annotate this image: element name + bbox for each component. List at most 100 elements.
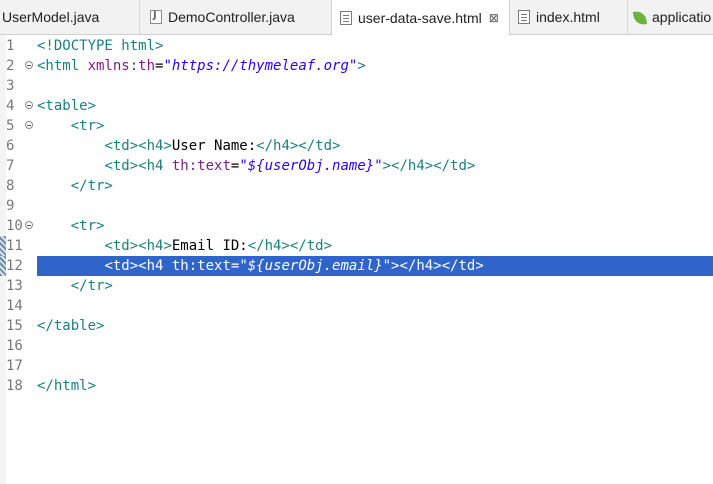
code-token: <td><h4 [104, 158, 172, 174]
code-token: </html> [37, 378, 97, 394]
code-token: "https://thymeleaf.org" [163, 58, 358, 74]
tab-index-html[interactable]: index.html [510, 0, 628, 34]
code-line[interactable]: 12 <td><h4 th:text="${userObj.email}"></… [0, 256, 713, 276]
line-number: 7 [6, 158, 15, 174]
code-text: <html xmlns:th="https://thymeleaf.org"> [37, 56, 713, 76]
fold-collapse-icon[interactable] [25, 121, 33, 129]
code-token: th:text [171, 158, 231, 174]
code-token: "${userObj.email}" [239, 258, 392, 274]
line-number: 3 [6, 78, 15, 94]
line-number: 6 [6, 138, 15, 154]
code-line[interactable]: 10 <tr> [0, 216, 713, 236]
java-file-icon [150, 10, 162, 24]
line-number: 1 [6, 38, 15, 54]
close-tab-icon[interactable]: ⊠ [489, 11, 499, 25]
html-file-icon [518, 10, 530, 24]
line-number: 8 [6, 178, 15, 194]
code-token: User Name: [171, 138, 257, 154]
code-editor[interactable]: 1 <!DOCTYPE html> 2 <html xmlns:th="https:/… [0, 35, 713, 484]
code-line[interactable]: 13 </tr> [0, 276, 713, 296]
line-number: 9 [6, 198, 15, 214]
code-text: <table> [37, 96, 713, 116]
code-text: </html> [37, 376, 713, 396]
code-token: Email ID: [171, 238, 248, 254]
code-token: <tr> [70, 218, 105, 234]
code-text: <tr> [37, 216, 713, 236]
code-token: ></h4></td> [391, 258, 484, 274]
tab-label: user-data-save.html [358, 9, 482, 26]
fold-collapse-icon[interactable] [25, 61, 33, 69]
code-token: ></h4></td> [382, 158, 476, 174]
code-token: </h4></td> [247, 238, 333, 254]
line-number: 12 [6, 258, 23, 274]
code-text: <td><h4>User Name:</h4></td> [37, 136, 713, 156]
code-line[interactable]: 3 [0, 76, 713, 96]
code-line[interactable]: 16 [0, 336, 713, 356]
code-text: </tr> [37, 176, 713, 196]
code-line[interactable]: 6 <td><h4>User Name:</h4></td> [0, 136, 713, 156]
tab-label: index.html [536, 9, 600, 25]
tab-application[interactable]: applicatio [628, 0, 713, 34]
tab-label: UserModel.java [2, 9, 100, 25]
code-line[interactable]: 18 </html> [0, 376, 713, 396]
tab-democontroller-java[interactable]: DemoController.java [140, 0, 332, 34]
code-token: <table> [37, 98, 97, 114]
code-text: <tr> [37, 116, 713, 136]
code-line[interactable]: 7 <td><h4 th:text="${userObj.name}"></h4… [0, 156, 713, 176]
code-line[interactable]: 5 <tr> [0, 116, 713, 136]
tab-usermodel-java[interactable]: UserModel.java [0, 0, 140, 34]
html-file-icon [340, 10, 352, 25]
code-token: <td><h4 [104, 258, 172, 274]
spring-leaf-icon [632, 10, 648, 26]
tab-label: DemoController.java [168, 9, 295, 25]
code-line[interactable]: 2 <html xmlns:th="https://thymeleaf.org"> [0, 56, 713, 76]
tab-label: applicatio [652, 9, 712, 25]
code-line[interactable]: 17 [0, 356, 713, 376]
code-line[interactable]: 9 [0, 196, 713, 216]
code-token: "${userObj.name}" [239, 158, 383, 174]
fold-collapse-icon[interactable] [25, 221, 33, 229]
line-number: 14 [6, 298, 23, 314]
code-line[interactable]: 4 <table> [0, 96, 713, 116]
code-token: th:text [171, 258, 231, 274]
code-text: </table> [37, 316, 713, 336]
line-number: 18 [6, 378, 23, 394]
code-token: </h4></td> [256, 138, 341, 154]
code-line[interactable]: 8 </tr> [0, 176, 713, 196]
line-number: 15 [6, 318, 23, 334]
line-number: 17 [6, 358, 23, 374]
code-token: </tr> [70, 178, 113, 194]
code-token: <tr> [70, 118, 105, 134]
code-text: <td><h4>Email ID:</h4></td> [37, 236, 713, 256]
line-number: 11 [6, 238, 23, 254]
tab-user-data-save-html[interactable]: user-data-save.html ⊠ [331, 0, 510, 35]
code-text: </tr> [37, 276, 713, 296]
editor-tab-bar: UserModel.java DemoController.java user-… [0, 0, 713, 35]
line-number: 13 [6, 278, 23, 294]
code-token: </table> [37, 318, 105, 334]
code-line[interactable]: 15 </table> [0, 316, 713, 336]
code-token: <td><h4> [104, 138, 172, 154]
code-text: <td><h4 th:text="${userObj.email}"></h4>… [37, 256, 713, 276]
code-line[interactable]: 14 [0, 296, 713, 316]
code-token: <!DOCTYPE html> [37, 38, 164, 54]
code-line[interactable]: 1 <!DOCTYPE html> [0, 36, 713, 56]
code-text: <td><h4 th:text="${userObj.name}"></h4><… [37, 156, 713, 176]
fold-collapse-icon[interactable] [25, 101, 33, 109]
code-line[interactable]: 11 <td><h4>Email ID:</h4></td> [0, 236, 713, 256]
code-token: xmlns:th [87, 58, 156, 74]
code-text: <!DOCTYPE html> [37, 36, 713, 56]
line-number: 16 [6, 338, 23, 354]
